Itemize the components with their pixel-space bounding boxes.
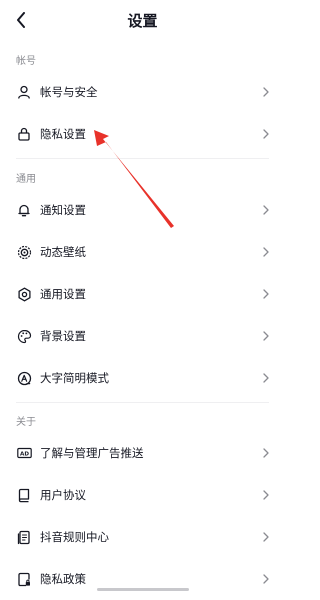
settings-item-label: 了解与管理广告推送 bbox=[40, 446, 144, 460]
settings-item-label: 隐私政策 bbox=[40, 572, 86, 586]
settings-item-notifications[interactable]: 通知设置 bbox=[0, 189, 285, 231]
chevron-right-icon bbox=[262, 489, 270, 501]
settings-item-live-wallpaper[interactable]: 动态壁纸 bbox=[0, 231, 285, 273]
gear-icon bbox=[16, 286, 32, 302]
palette-icon bbox=[16, 328, 32, 344]
settings-item-label: 大字简明模式 bbox=[40, 371, 109, 385]
settings-item-label: 动态壁纸 bbox=[40, 245, 86, 259]
privacy-policy-icon bbox=[16, 571, 32, 587]
section-label-account: 帐号 bbox=[16, 56, 36, 67]
section-label-general: 通用 bbox=[16, 174, 36, 185]
settings-item-rules-center[interactable]: 抖音规则中心 bbox=[0, 516, 285, 558]
settings-item-label: 通知设置 bbox=[40, 203, 86, 217]
home-indicator bbox=[97, 588, 189, 591]
svg-text:AD: AD bbox=[20, 452, 29, 458]
font-size-icon bbox=[16, 370, 32, 386]
chevron-right-icon bbox=[262, 573, 270, 585]
settings-item-background[interactable]: 背景设置 bbox=[0, 315, 285, 357]
section-label-about: 关于 bbox=[16, 417, 36, 428]
settings-item-privacy[interactable]: 隐私设置 bbox=[0, 113, 285, 155]
chevron-right-icon bbox=[262, 447, 270, 459]
settings-item-label: 抖音规则中心 bbox=[40, 530, 109, 544]
chevron-right-icon bbox=[262, 330, 270, 342]
settings-item-label: 背景设置 bbox=[40, 329, 86, 343]
chevron-right-icon bbox=[262, 246, 270, 258]
settings-item-privacy-policy[interactable]: 隐私政策 bbox=[0, 558, 285, 600]
ad-icon: AD bbox=[16, 445, 32, 461]
section-divider bbox=[16, 402, 269, 403]
user-icon bbox=[16, 84, 32, 100]
settings-item-general[interactable]: 通用设置 bbox=[0, 273, 285, 315]
lock-icon bbox=[16, 126, 32, 142]
chevron-right-icon bbox=[262, 372, 270, 384]
chevron-right-icon bbox=[262, 128, 270, 140]
chevron-right-icon bbox=[262, 204, 270, 216]
settings-item-account-security[interactable]: 帐号与安全 bbox=[0, 71, 285, 113]
chevron-right-icon bbox=[262, 288, 270, 300]
bell-icon bbox=[16, 202, 32, 218]
settings-item-ad-management[interactable]: AD 了解与管理广告推送 bbox=[0, 432, 285, 474]
wallpaper-icon bbox=[16, 244, 32, 260]
settings-item-label: 帐号与安全 bbox=[40, 85, 98, 99]
document-icon bbox=[16, 529, 32, 545]
settings-item-user-agreement[interactable]: 用户协议 bbox=[0, 474, 285, 516]
settings-item-label: 隐私设置 bbox=[40, 127, 86, 141]
chevron-right-icon bbox=[262, 531, 270, 543]
header-bar: 设置 bbox=[0, 0, 285, 44]
chevron-right-icon bbox=[262, 86, 270, 98]
book-icon bbox=[16, 487, 32, 503]
page-title: 设置 bbox=[127, 12, 158, 30]
settings-item-label: 用户协议 bbox=[40, 488, 86, 502]
settings-item-label: 通用设置 bbox=[40, 287, 86, 301]
section-divider bbox=[16, 158, 269, 159]
settings-item-large-font-mode[interactable]: 大字简明模式 bbox=[0, 357, 285, 399]
